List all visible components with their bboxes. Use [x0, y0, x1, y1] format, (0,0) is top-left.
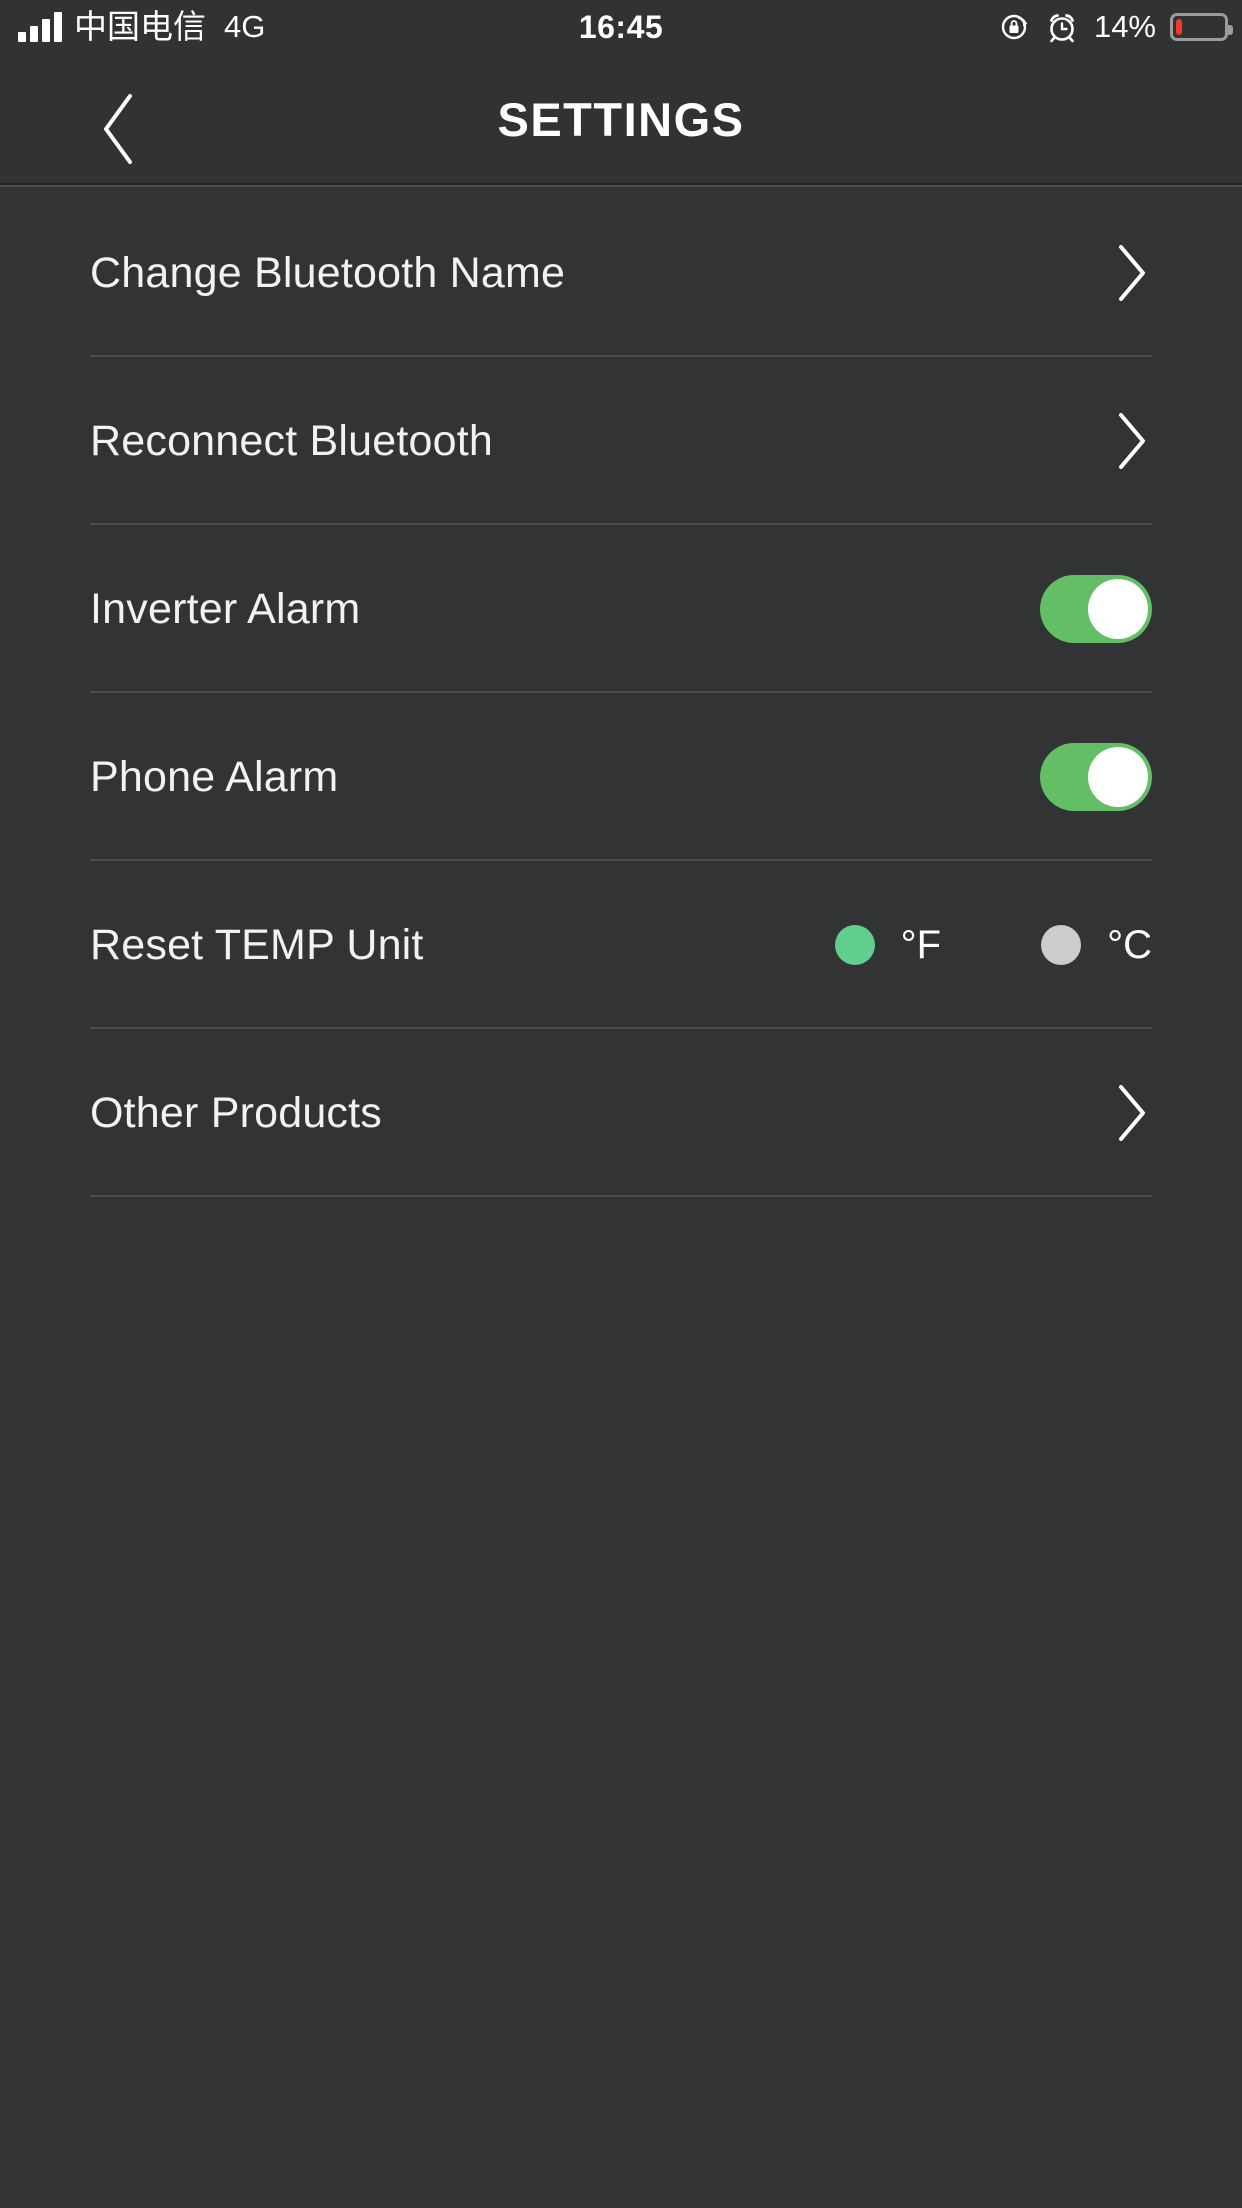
phone-alarm-toggle[interactable] — [1040, 743, 1152, 811]
nav-divider — [0, 185, 1242, 187]
chevron-left-icon — [98, 92, 140, 166]
settings-row-reset-temp-unit: Reset TEMP Unit °F °C — [0, 861, 1242, 1029]
settings-row-other-products[interactable]: Other Products — [0, 1029, 1242, 1197]
status-bar: 中国电信 4G 16:45 14% — [0, 0, 1242, 54]
back-button[interactable] — [84, 94, 154, 164]
settings-row-phone-alarm: Phone Alarm — [0, 693, 1242, 861]
navigation-bar: SETTINGS — [0, 54, 1242, 186]
settings-row-reconnect-bluetooth[interactable]: Reconnect Bluetooth — [0, 357, 1242, 525]
status-bar-right: 14% — [1000, 0, 1233, 54]
toggle-knob — [1088, 747, 1148, 807]
settings-row-inverter-alarm: Inverter Alarm — [0, 525, 1242, 693]
row-label: Reset TEMP Unit — [90, 920, 424, 969]
radio-label: °F — [900, 922, 942, 967]
inverter-alarm-toggle[interactable] — [1040, 575, 1152, 643]
row-separator — [90, 1195, 1152, 1197]
chevron-right-icon — [1112, 1082, 1152, 1144]
radio-dot-selected — [834, 925, 875, 965]
row-label: Reconnect Bluetooth — [90, 416, 494, 465]
row-label: Change Bluetooth Name — [90, 248, 566, 297]
alarm-clock-icon — [1046, 11, 1078, 43]
rotation-lock-icon — [1000, 11, 1032, 43]
chevron-right-icon — [1112, 410, 1152, 472]
row-label: Phone Alarm — [90, 752, 339, 801]
temp-unit-radio-group: °F °C — [834, 922, 1152, 968]
page-title: SETTINGS — [497, 93, 745, 146]
radio-dot-unselected — [1041, 925, 1082, 965]
chevron-right-icon — [1112, 242, 1152, 304]
row-label: Inverter Alarm — [90, 584, 361, 633]
battery-icon — [1170, 13, 1233, 41]
battery-percentage-label: 14% — [1093, 9, 1156, 44]
temp-unit-option-celsius[interactable]: °C — [1041, 923, 1152, 968]
settings-list: Change Bluetooth Name Reconnect Bluetoot… — [0, 189, 1242, 1197]
temp-unit-option-fahrenheit[interactable]: °F — [834, 922, 942, 968]
settings-row-change-bluetooth-name[interactable]: Change Bluetooth Name — [0, 189, 1242, 357]
row-label: Other Products — [90, 1088, 382, 1137]
radio-label: °C — [1107, 922, 1152, 967]
toggle-knob — [1088, 579, 1148, 639]
settings-screen: 中国电信 4G 16:45 14% SETTINGS Change Blueto… — [0, 0, 1242, 2208]
